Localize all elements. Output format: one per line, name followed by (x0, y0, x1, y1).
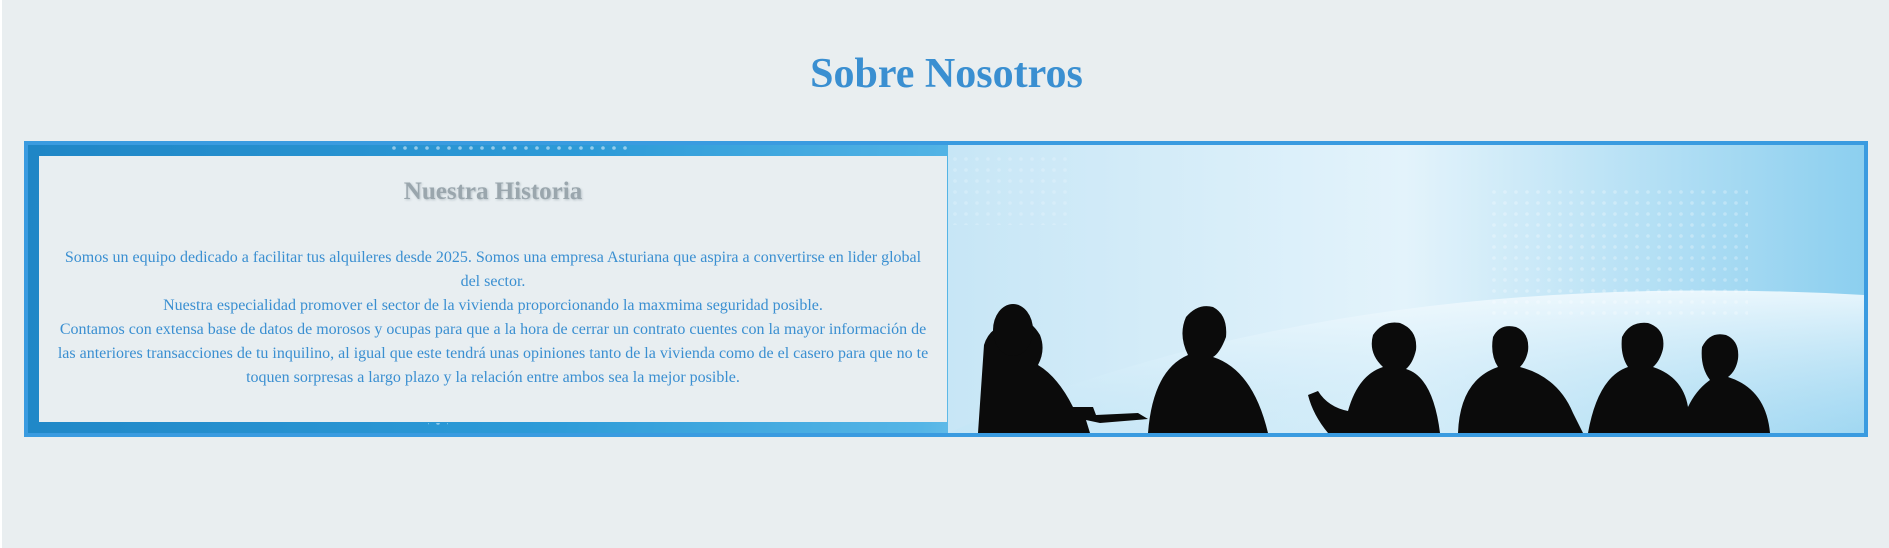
page-title: Sobre Nosotros (810, 51, 1083, 97)
history-paragraph: Nuestra especialidad promover el sector … (163, 297, 823, 314)
history-title: Nuestra Historia (403, 178, 583, 205)
about-banner: Nuestra Historia Somos un equipo dedicad… (24, 141, 1868, 437)
history-text: Somos un equipo dedicado a facilitar tus… (57, 246, 929, 390)
history-paragraph: Somos un equipo dedicado a facilitar tus… (64, 249, 922, 290)
history-card: Nuestra Historia Somos un equipo dedicad… (39, 156, 947, 422)
about-page: Sobre Nosotros Nuestra Historia Somos un… (0, 0, 1889, 548)
history-paragraph: Contamos con extensa base de datos de mo… (57, 321, 929, 386)
